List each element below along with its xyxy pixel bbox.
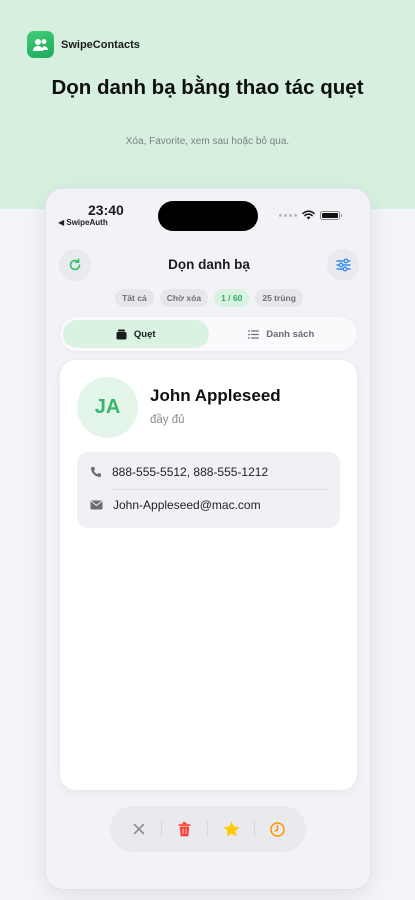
filter-chip-all[interactable]: Tất cả <box>115 289 154 307</box>
delete-button[interactable] <box>170 814 200 844</box>
action-separator <box>207 821 209 837</box>
filter-chip-progress[interactable]: 1 / 60 <box>214 289 250 307</box>
status-icons <box>279 210 342 220</box>
later-button[interactable] <box>262 814 292 844</box>
phone-frame: 23:40 ◀ SwipeAuth Dọn danh bạ Tất cả Chờ… <box>45 188 371 890</box>
brand-name: SwipeContacts <box>61 38 140 51</box>
contact-card[interactable]: JA John Appleseed đầy đủ 888-555-5512, 8… <box>60 360 357 790</box>
action-separator <box>161 821 163 837</box>
contact-phone: 888-555-5512, 888-555-1212 <box>112 465 269 479</box>
action-separator <box>253 821 255 837</box>
contact-email: John-Appleseed@mac.com <box>113 498 261 512</box>
envelope-icon <box>90 500 103 510</box>
battery-icon <box>320 210 342 220</box>
signal-icon <box>279 213 297 217</box>
email-row: John-Appleseed@mac.com <box>90 498 261 512</box>
hero-subtitle: Xóa, Favorite, xem sau hoặc bỏ qua. <box>125 136 290 147</box>
view-mode-segmented-control: Quẹt Danh sách <box>60 317 357 351</box>
tab-swipe-label: Quẹt <box>133 328 156 340</box>
tab-list-label: Danh sách <box>266 328 315 340</box>
tab-list[interactable]: Danh sách <box>209 320 355 348</box>
back-to-app-link[interactable]: ◀ SwipeAuth <box>58 218 108 227</box>
star-icon <box>223 821 239 837</box>
status-time: 23:40 <box>88 202 124 218</box>
close-icon <box>133 823 145 835</box>
contact-info-box: 888-555-5512, 888-555-1212 John-Applesee… <box>77 452 340 528</box>
hero-title: Dọn danh bạ bằng thao tác quẹt <box>51 76 364 99</box>
sliders-icon <box>335 258 351 272</box>
dynamic-island <box>158 201 258 231</box>
avatar: JA <box>77 377 138 438</box>
phone-icon <box>91 467 101 477</box>
list-icon <box>248 329 260 339</box>
phone-row: 888-555-5512, 888-555-1212 <box>90 465 268 479</box>
contacts-app-icon <box>27 31 54 58</box>
filter-settings-button[interactable] <box>327 249 359 281</box>
filter-chip-duplicates[interactable]: 25 trùng <box>255 289 303 307</box>
filter-chips: Tất cả Chờ xóa 1 / 60 25 trùng <box>46 289 370 307</box>
filter-chip-pending-delete[interactable]: Chờ xóa <box>159 289 209 307</box>
skip-button[interactable] <box>124 814 154 844</box>
cards-icon <box>116 329 127 339</box>
trash-icon <box>178 821 191 836</box>
page-title: Dọn danh bạ <box>168 257 250 272</box>
favorite-button[interactable] <box>216 814 246 844</box>
brand: SwipeContacts <box>27 31 140 58</box>
info-divider <box>112 489 328 490</box>
wifi-icon <box>302 210 315 220</box>
action-bar <box>110 806 306 852</box>
contact-name: John Appleseed <box>150 386 281 405</box>
contact-status: đầy đủ <box>150 414 185 426</box>
clock-icon <box>269 821 285 837</box>
tab-swipe[interactable]: Quẹt <box>63 320 209 348</box>
